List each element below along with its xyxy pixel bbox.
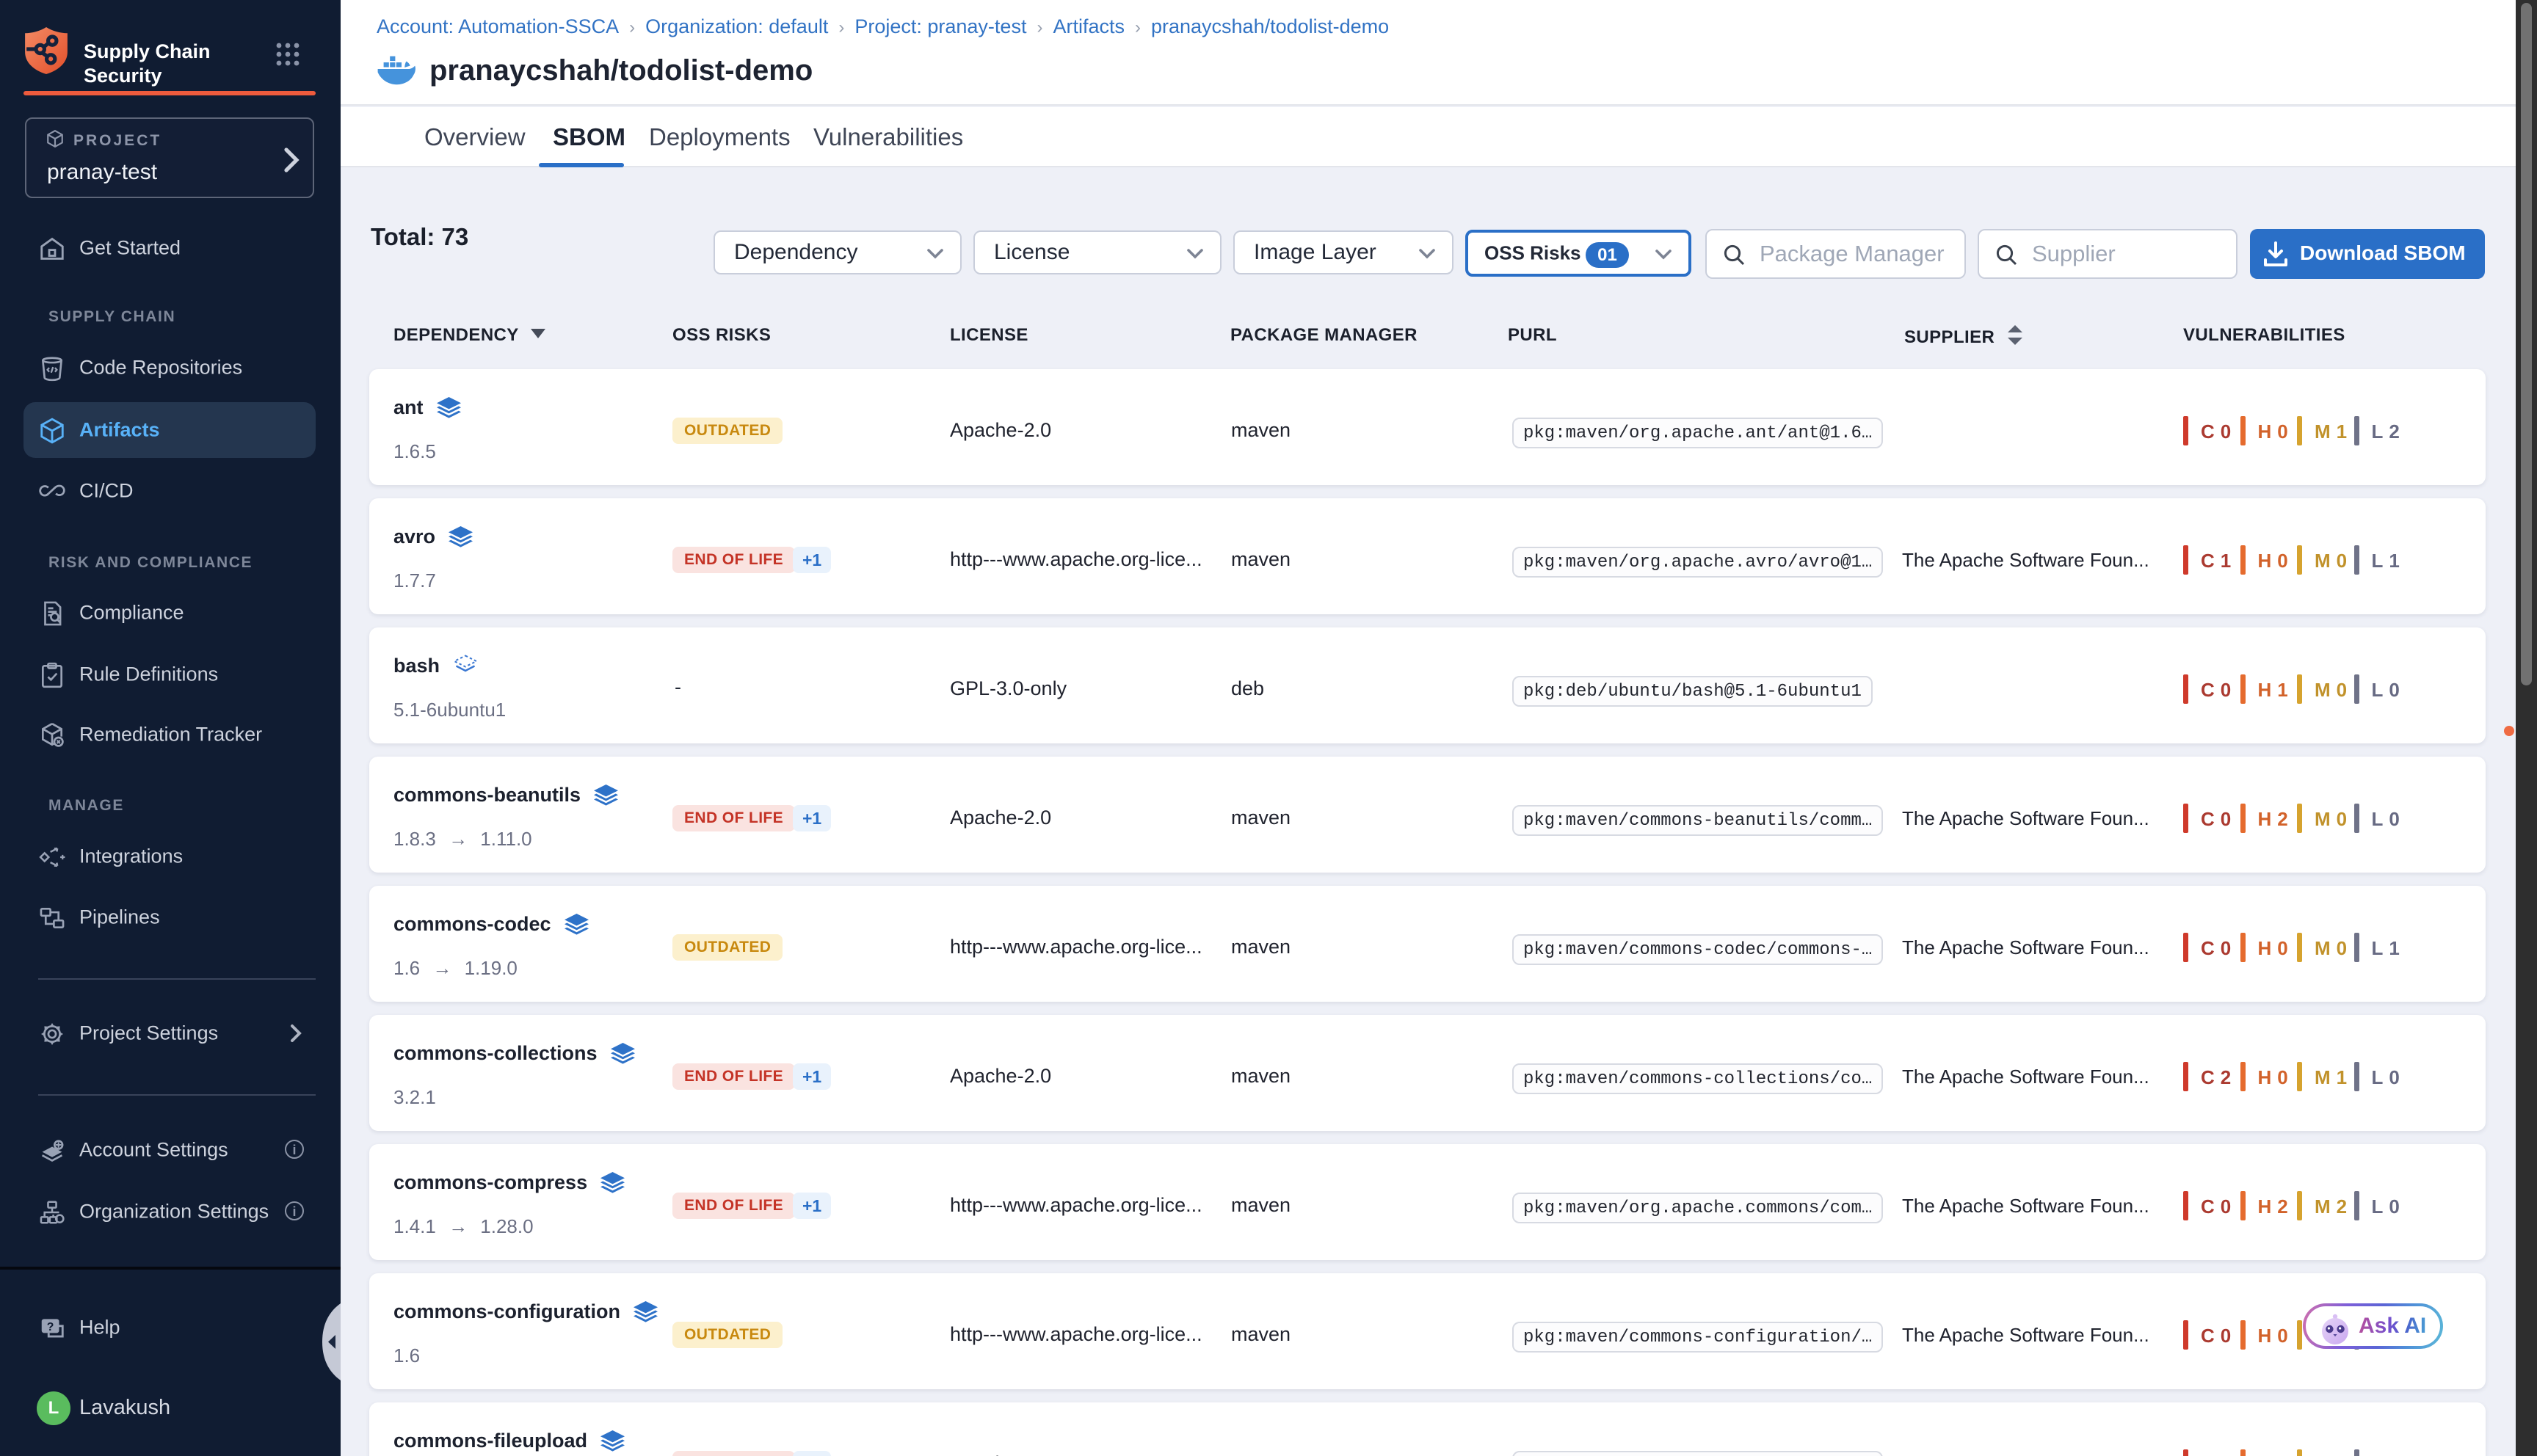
svg-text:?: ? <box>47 1321 54 1333</box>
